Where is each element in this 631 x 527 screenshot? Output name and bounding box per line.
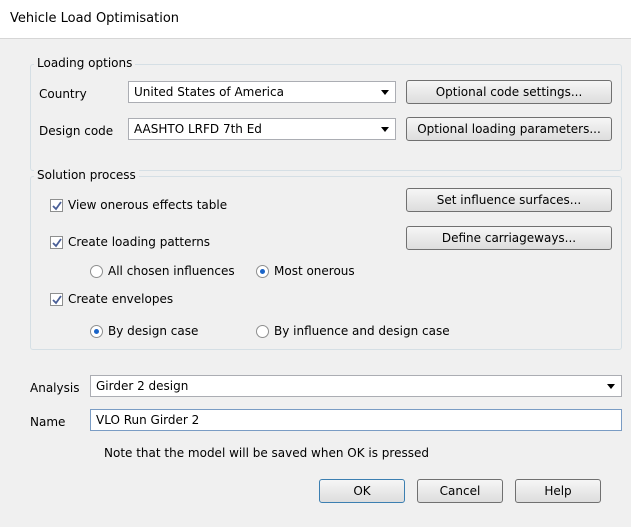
create-patterns-checkbox[interactable] [50,236,63,249]
country-label: Country [39,87,87,101]
optional-loading-parameters-button[interactable]: Optional loading parameters... [406,117,612,141]
all-chosen-influences-radio[interactable] [90,265,103,278]
design-code-label: Design code [39,124,114,138]
by-influence-design-case-label[interactable]: By influence and design case [274,324,450,338]
ok-button[interactable]: OK [319,479,405,503]
checkmark-icon [52,295,62,305]
save-note: Note that the model will be saved when O… [104,446,429,460]
analysis-dropdown[interactable]: Girder 2 design [90,375,622,397]
by-design-case-label[interactable]: By design case [108,324,198,338]
checkmark-icon [52,238,62,248]
define-carriageways-button[interactable]: Define carriageways... [406,226,612,250]
cancel-button[interactable]: Cancel [417,479,503,503]
view-onerous-label[interactable]: View onerous effects table [68,198,227,212]
design-code-value: AASHTO LRFD 7th Ed [134,122,262,136]
by-influence-design-case-radio[interactable] [256,325,269,338]
create-envelopes-label[interactable]: Create envelopes [68,292,173,306]
name-input[interactable]: VLO Run Girder 2 [90,409,622,431]
solution-process-title: Solution process [34,168,139,182]
design-code-dropdown[interactable]: AASHTO LRFD 7th Ed [128,118,396,140]
checkmark-icon [52,201,62,211]
by-design-case-radio[interactable] [90,325,103,338]
country-value: United States of America [134,85,284,99]
title-bar: Vehicle Load Optimisation [0,0,631,39]
chevron-down-icon [381,90,389,95]
create-patterns-label[interactable]: Create loading patterns [68,235,210,249]
most-onerous-radio[interactable] [256,265,269,278]
radio-selected-dot [94,329,99,334]
help-button[interactable]: Help [515,479,601,503]
name-value: VLO Run Girder 2 [96,413,200,427]
optional-code-settings-button[interactable]: Optional code settings... [406,80,612,104]
set-influence-surfaces-button[interactable]: Set influence surfaces... [406,188,612,212]
create-envelopes-checkbox[interactable] [50,293,63,306]
country-dropdown[interactable]: United States of America [128,81,396,103]
analysis-label: Analysis [30,381,80,395]
chevron-down-icon [381,127,389,132]
chevron-down-icon [607,384,615,389]
dialog-body: Loading options Country United States of… [0,39,631,527]
window-title: Vehicle Load Optimisation [10,11,180,26]
analysis-value: Girder 2 design [96,379,189,393]
all-chosen-influences-label[interactable]: All chosen influences [108,264,235,278]
loading-options-title: Loading options [34,56,136,70]
most-onerous-label[interactable]: Most onerous [274,264,355,278]
radio-selected-dot [260,269,265,274]
view-onerous-checkbox[interactable] [50,199,63,212]
name-label: Name [30,415,66,429]
